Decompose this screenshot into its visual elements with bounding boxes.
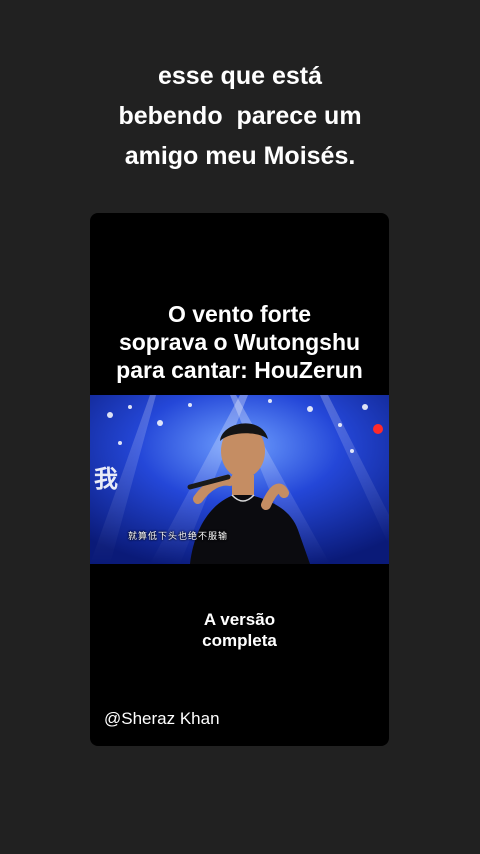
video-title: O vento forte soprava o Wutongshu para c…: [90, 300, 389, 384]
svg-text:我: 我: [94, 465, 118, 493]
caption-line-2: bebendo parece um: [118, 102, 362, 130]
caption-line-1: esse que está: [158, 62, 322, 90]
video-title-line-1: O vento forte: [167, 301, 312, 327]
video-title-line-3: para cantar: HouZerun: [116, 357, 363, 383]
video-post-card[interactable]: O vento forte soprava o Wutongshu para c…: [90, 213, 389, 746]
video-player[interactable]: 我 就算低下头也绝不服输: [90, 395, 389, 564]
cta-line-2: completa: [202, 631, 277, 650]
story-caption: esse que está bebendo parece um amigo me…: [0, 56, 480, 176]
author-handle[interactable]: @Sheraz Khan: [104, 709, 220, 729]
cta-line-1: A versão: [203, 610, 276, 629]
caption-line-3: amigo meu Moisés.: [124, 142, 356, 170]
video-subtitle: 就算低下头也绝不服输: [128, 532, 229, 542]
video-title-line-2: soprava o Wutongshu: [118, 329, 361, 355]
full-version-link[interactable]: A versão completa: [90, 609, 389, 651]
